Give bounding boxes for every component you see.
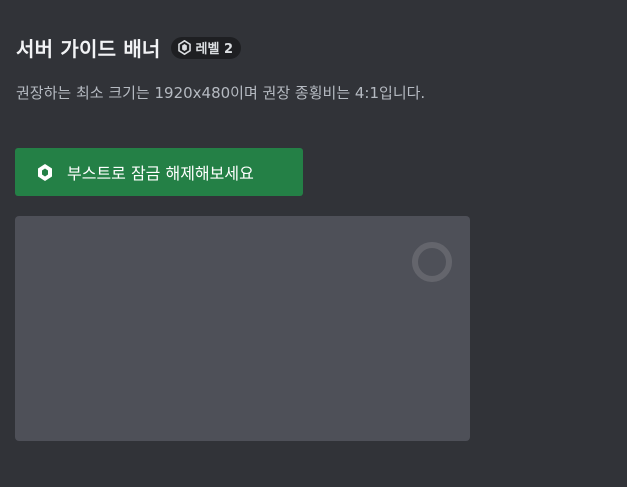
level-badge-label: 레벨 2 [195, 42, 234, 57]
boost-gem-icon [177, 40, 191, 55]
section-title: 서버 가이드 배너 [16, 37, 161, 61]
guide-banner-section: 서버 가이드 배너 레벨 2 권장하는 최소 크기는 1920x480이며 권장… [0, 0, 627, 487]
size-recommendation-text: 권장하는 최소 크기는 1920x480이며 권장 종횡비는 4:1입니다. [16, 84, 426, 102]
section-header: 서버 가이드 배너 레벨 2 [16, 33, 242, 62]
level-badge: 레벨 2 [170, 36, 242, 59]
boost-gem-icon [38, 163, 52, 181]
banner-upload-area[interactable] [15, 216, 470, 441]
boost-unlock-button[interactable]: 부스트로 잠금 해제해보세요 [15, 148, 303, 196]
upload-image-icon [412, 242, 452, 282]
boost-unlock-button-label: 부스트로 잠금 해제해보세요 [67, 164, 254, 183]
